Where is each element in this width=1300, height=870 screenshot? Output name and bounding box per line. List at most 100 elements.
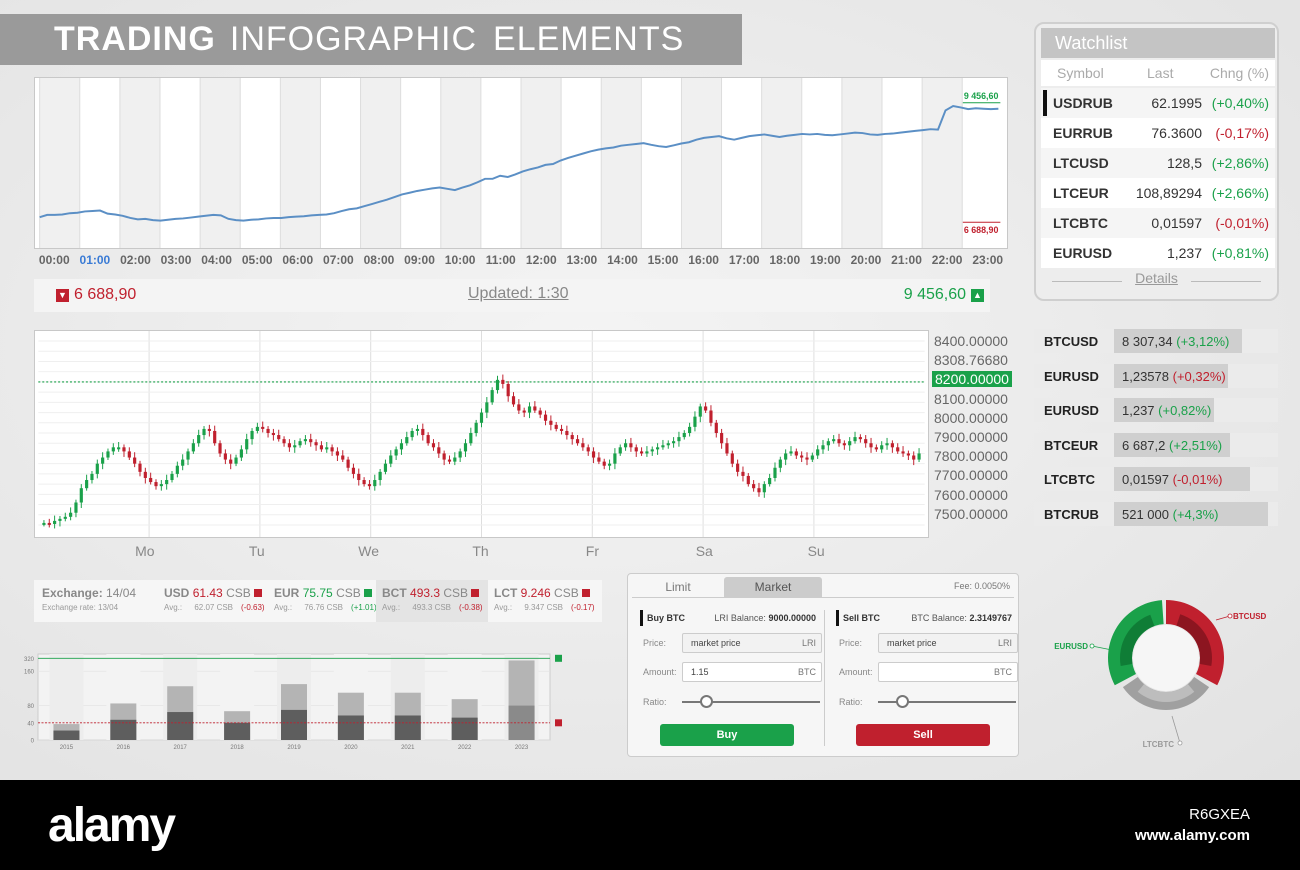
- bar-category-label: 2020: [344, 745, 358, 751]
- buy-ratio-knob[interactable]: [700, 695, 713, 708]
- candle-down: [149, 477, 153, 483]
- tab-market[interactable]: Market: [724, 577, 822, 597]
- exchange-delta: (+1.01): [351, 603, 377, 612]
- updated-link[interactable]: Updated: 1:30: [468, 285, 569, 303]
- bar-y-tick: 0: [31, 739, 35, 745]
- candle-down: [426, 435, 430, 444]
- candle-up: [880, 445, 884, 450]
- watchlist-row[interactable]: EURRUB 76.3600 (-0,17%): [1041, 118, 1275, 148]
- sell-button[interactable]: Sell: [856, 724, 990, 746]
- price-line-chart[interactable]: 9 456,60 6 688,90: [34, 77, 1008, 249]
- sell-amount-input[interactable]: BTC: [878, 662, 1018, 682]
- candle-down: [207, 428, 211, 431]
- details-link[interactable]: Details: [1036, 270, 1277, 286]
- candle-down: [730, 453, 734, 464]
- bar-y-tick: 40: [27, 721, 34, 727]
- bar-inner: [167, 712, 194, 740]
- quote-row[interactable]: EURUSD 1,237 (+0,82%): [1034, 398, 1278, 422]
- quote-value-box: 1,23578 (+0,32%): [1114, 363, 1228, 388]
- arrow-up-icon: [363, 589, 372, 597]
- quote-value-box: 8 307,34 (+3,12%): [1114, 329, 1242, 353]
- candle-down: [639, 451, 644, 454]
- candle-down: [501, 379, 505, 384]
- sell-ratio-knob[interactable]: [896, 695, 909, 708]
- buy-amount-input[interactable]: 1.15 BTC: [682, 662, 822, 682]
- quote-row[interactable]: BTCUSD 8 307,34 (+3,12%): [1034, 329, 1278, 353]
- yearly-bar-chart: 0 40 80 160 320 2015 2016 2017 2018 2019 2020 2021 2…: [24, 653, 562, 751]
- candle-up: [202, 428, 206, 436]
- hour-column: [922, 78, 963, 248]
- range-min: ▼ 6 688,90: [56, 286, 136, 304]
- buy-button[interactable]: Buy: [660, 724, 794, 746]
- exchange-item: USD 61.43 CSB Avg.: 62.07 CSB (-0.63): [158, 580, 268, 622]
- exchange-avg-label: Avg.:: [494, 603, 513, 612]
- candle-up: [485, 402, 489, 413]
- watchlist-row[interactable]: EURUSD 1,237 (+0,81%): [1041, 238, 1275, 268]
- exchange-item-avg: Avg.: 62.07 CSB (-0.63): [164, 603, 268, 612]
- bar-inner: [281, 709, 307, 740]
- candle-down: [319, 445, 324, 450]
- candle-up: [394, 449, 398, 456]
- candle-down: [538, 410, 542, 415]
- candle-down: [357, 473, 361, 481]
- quote-row[interactable]: LTCBTC 0,01597 (-0,01%): [1034, 467, 1278, 491]
- candle-up: [885, 443, 889, 446]
- sell-ratio-slider[interactable]: [878, 695, 1016, 708]
- hour-label: 23:00: [972, 253, 1004, 267]
- candle-up: [677, 437, 681, 442]
- exchange-item-main: USD 61.43 CSB: [164, 586, 268, 600]
- col-last: Last: [1147, 65, 1174, 81]
- watchlist-row[interactable]: LTCEUR 108,89294 (+2,66%): [1041, 178, 1275, 208]
- sell-ratio-label: Ratio:: [839, 697, 863, 707]
- hour-label: 09:00: [404, 253, 435, 267]
- candle-up: [325, 447, 329, 450]
- candle-down: [864, 439, 868, 444]
- day-label: Fr: [585, 543, 599, 559]
- exchange-item-main: EUR 75.75 CSB: [274, 586, 376, 600]
- sell-price-input[interactable]: market price LRI: [878, 633, 1018, 653]
- candle-up: [853, 437, 857, 442]
- candle-down: [565, 430, 569, 436]
- quote-value-box: 1,237 (+0,82%): [1114, 398, 1214, 422]
- candle-up: [383, 463, 388, 472]
- quote-row[interactable]: EURUSD 1,23578 (+0,32%): [1034, 363, 1278, 388]
- candle-down: [869, 443, 873, 448]
- watchlist-row[interactable]: USDRUB 62.1995 (+0,40%): [1041, 88, 1275, 118]
- exchange-rate-label: Exchange rate: 13/04: [42, 603, 119, 612]
- exchange-symbol: LCT: [494, 586, 518, 600]
- buy-price-input[interactable]: market price LRI: [682, 633, 822, 653]
- hour-label: 08:00: [363, 253, 395, 267]
- buy-ratio-slider[interactable]: [682, 695, 820, 708]
- exchange-value: 493.3: [410, 586, 441, 600]
- candlestick-chart[interactable]: [34, 330, 929, 538]
- footer-image-id: R6GXEA: [1189, 806, 1250, 823]
- candle-up: [666, 443, 670, 446]
- exchange-item-avg: Avg.: 9.347 CSB (-0.17): [494, 603, 602, 612]
- candle-down: [634, 447, 638, 452]
- tab-limit[interactable]: Limit: [632, 577, 724, 597]
- candle-up: [58, 518, 62, 521]
- candle-up: [463, 443, 468, 452]
- candle-up: [773, 467, 777, 478]
- watchlist-row[interactable]: LTCUSD 128,5 (+2,86%): [1041, 148, 1275, 178]
- buy-balance: LRI Balance: 9000.00000: [714, 613, 816, 623]
- candle-down: [874, 447, 878, 450]
- quote-row[interactable]: BTCRUB 521 000 (+4,3%): [1034, 501, 1278, 526]
- hour-column: [841, 78, 883, 248]
- candle-down: [570, 435, 574, 440]
- sell-balance: BTC Balance: 2.3149767: [911, 613, 1012, 623]
- donut-label-ltcbtc: LTCBTC: [1143, 740, 1175, 748]
- donut-hole: [1133, 625, 1199, 691]
- quote-row[interactable]: BTCEUR 6 687,2 (+2,51%): [1034, 432, 1278, 457]
- candle-down: [559, 428, 564, 431]
- exchange-value: 61.43: [192, 586, 223, 600]
- exchange-delta: (-0.63): [241, 603, 265, 612]
- candle-down: [586, 447, 590, 452]
- hour-label: 00:00: [38, 253, 70, 267]
- exchange-delta: (-0.38): [459, 603, 483, 612]
- sell-side: Sell BTC BTC Balance: 2.3149767 Price: m…: [828, 604, 1018, 754]
- hour-column: [39, 78, 80, 248]
- min-price-label: 6 688,90: [964, 225, 999, 235]
- watchlist-row[interactable]: LTCBTC 0,01597 (-0,01%): [1041, 208, 1275, 238]
- candle-up: [303, 439, 307, 442]
